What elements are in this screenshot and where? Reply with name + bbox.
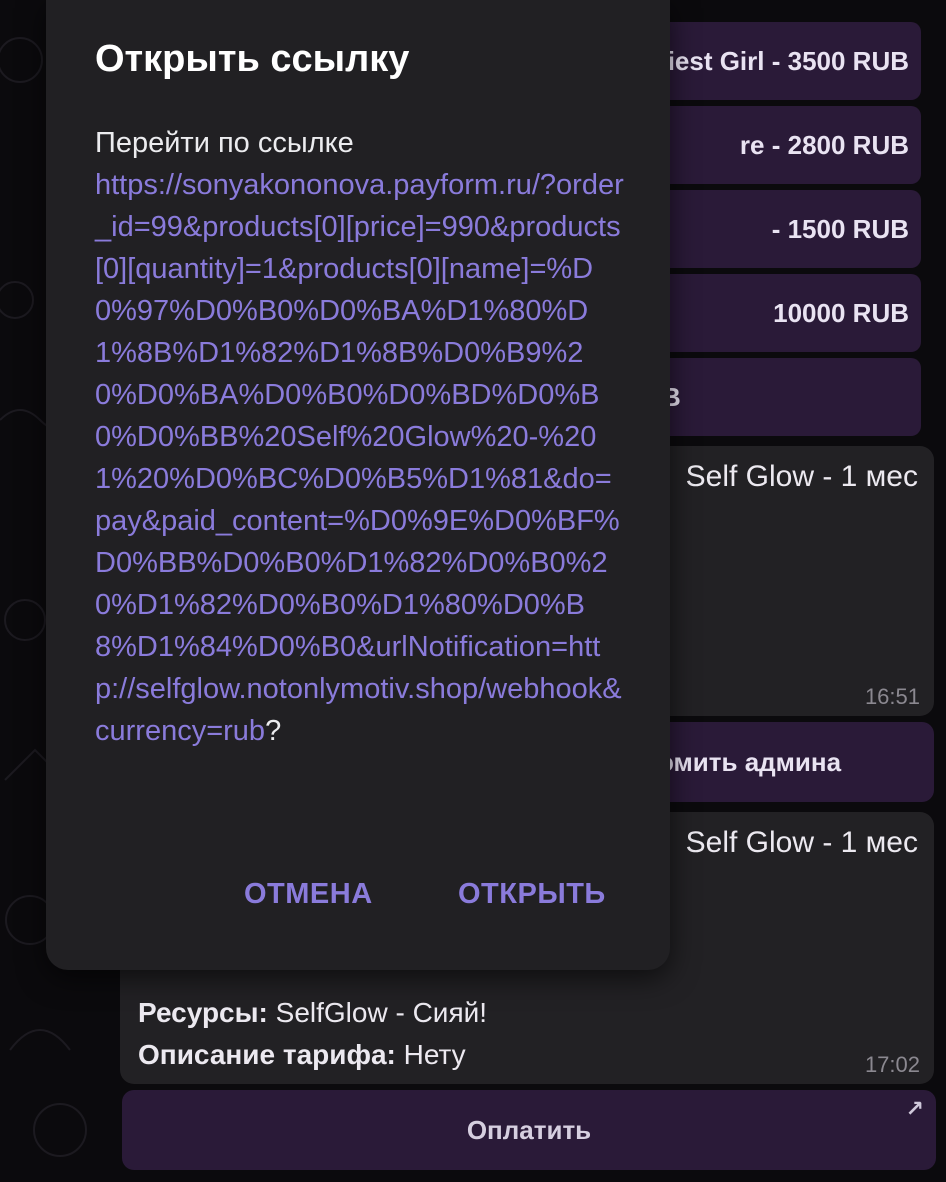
tariff-button-1[interactable]: iest Girl - 3500 RUB bbox=[640, 22, 921, 100]
message-title: Self Glow - 1 мес bbox=[685, 460, 918, 493]
remind-admin-button[interactable]: омить админа bbox=[640, 722, 934, 802]
tariff-button-4[interactable]: 10000 RUB bbox=[640, 274, 921, 352]
message-time: 17:02 bbox=[864, 1052, 920, 1077]
open-button[interactable]: ОТКРЫТЬ bbox=[458, 878, 606, 911]
message-time: 16:51 bbox=[864, 684, 920, 709]
pay-button[interactable]: Оплатить ↗ bbox=[122, 1090, 936, 1170]
question-mark: ? bbox=[265, 715, 282, 747]
cancel-button[interactable]: ОТМЕНА bbox=[244, 878, 373, 911]
message-row-resources: Ресурсы: SelfGlow - Сияй! bbox=[138, 997, 488, 1028]
arrow-up-right-icon: ↗ bbox=[905, 1096, 924, 1121]
dialog-body: Перейти по ссылке https://sonyakononova.… bbox=[95, 122, 625, 752]
link-url[interactable]: https://sonyakononova.payform.ru/?order_… bbox=[95, 169, 624, 747]
message-row-description: Описание тарифа: Нету bbox=[138, 1039, 466, 1070]
message-title: Self Glow - 1 мес bbox=[685, 826, 918, 859]
tariff-button-5[interactable]: B bbox=[640, 358, 921, 436]
tariff-button-2[interactable]: re - 2800 RUB bbox=[640, 106, 921, 184]
tariff-button-3[interactable]: - 1500 RUB bbox=[640, 190, 921, 268]
dialog-title: Открыть ссылку bbox=[95, 38, 410, 80]
open-link-dialog: Открыть ссылку Перейти по ссылке https:/… bbox=[46, 0, 670, 970]
dialog-prompt: Перейти по ссылке bbox=[95, 127, 354, 159]
